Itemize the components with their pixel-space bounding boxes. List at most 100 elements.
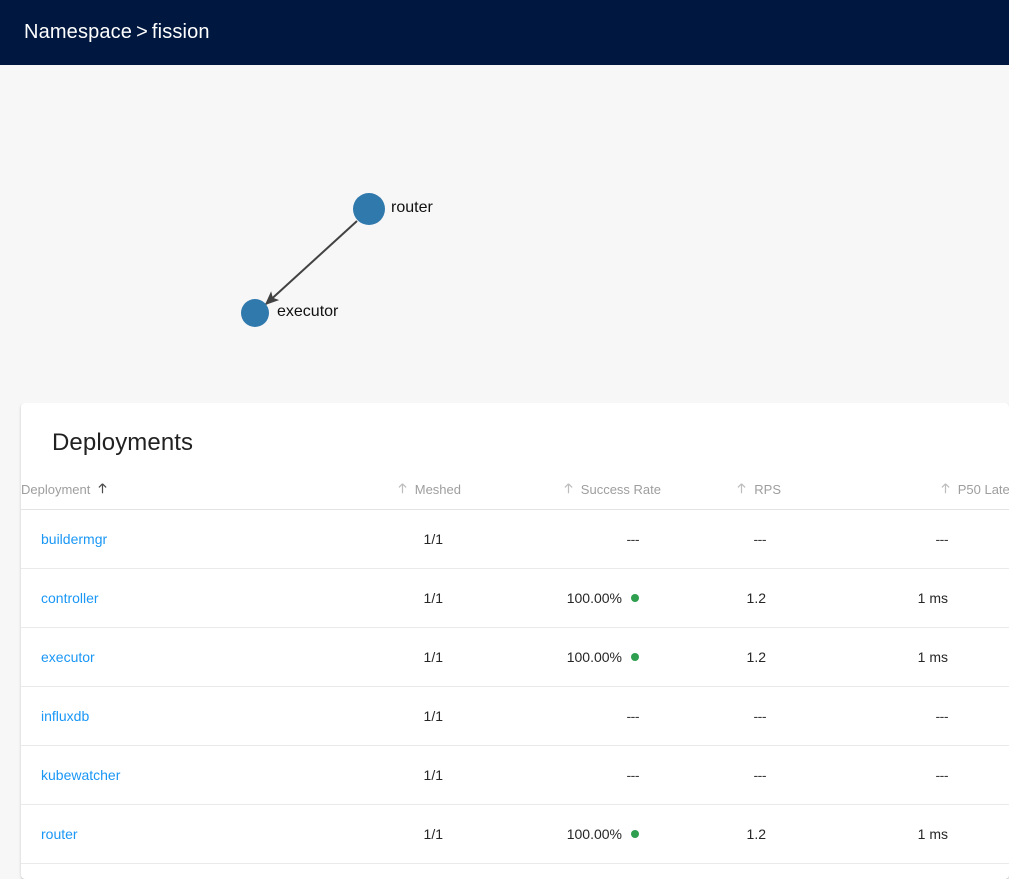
column-header-success-rate[interactable]: Success Rate: [461, 482, 661, 510]
cell-success-rate: ---: [461, 510, 661, 569]
cell-rps-value: ---: [754, 767, 767, 783]
cell-rps-value: ---: [754, 531, 767, 547]
cell-p50-latency-value: 1 ms: [918, 649, 948, 665]
app-header: Namespace>fission: [0, 0, 1009, 65]
table-row[interactable]: buildermgr 1/1 --- --- ---: [21, 510, 1009, 569]
column-label-success-rate: Success Rate: [581, 482, 661, 497]
topology-graph-panel[interactable]: router executor: [0, 65, 1009, 403]
column-label-rps: RPS: [754, 482, 781, 497]
cell-p50-latency-value: ---: [936, 767, 949, 783]
cell-p50-latency: 1 ms: [781, 569, 1009, 628]
cell-success-rate: 100.00%: [461, 628, 661, 687]
table-header: Deployment Meshed Success Rate RPS P50 L…: [21, 482, 1009, 510]
cell-rps: ---: [661, 687, 781, 746]
cell-p50-latency-value: 1 ms: [918, 590, 948, 606]
breadcrumb-separator: >: [132, 21, 152, 43]
cell-meshed: 1/1: [321, 510, 461, 569]
cell-meshed: 1/1: [321, 569, 461, 628]
cell-rps-value: ---: [754, 708, 767, 724]
page-title: Deployments: [21, 403, 1009, 457]
cell-success-rate: 100.00%: [461, 569, 661, 628]
cell-rps-value: 1.2: [747, 826, 766, 842]
column-header-meshed[interactable]: Meshed: [321, 482, 461, 510]
cell-p50-latency-value: ---: [936, 708, 949, 724]
cell-rps-value: 1.2: [747, 590, 766, 606]
cell-p50-latency: ---: [781, 510, 1009, 569]
cell-p50-latency-value: 1 ms: [918, 826, 948, 842]
cell-success-rate: ---: [461, 687, 661, 746]
cell-success-rate-value: 100.00%: [567, 590, 622, 606]
sort-ascending-icon[interactable]: [735, 482, 748, 495]
sort-ascending-icon[interactable]: [96, 482, 109, 495]
deployment-link[interactable]: kubewatcher: [41, 767, 120, 783]
breadcrumb-root[interactable]: Namespace: [24, 21, 132, 43]
graph-edge-router-executor: [266, 221, 357, 304]
cell-p50-latency: 1 ms: [781, 805, 1009, 864]
cell-meshed-value: 1/1: [424, 531, 443, 547]
cell-meshed-value: 1/1: [424, 826, 443, 842]
deployments-table: Deployment Meshed Success Rate RPS P50 L…: [21, 482, 1009, 864]
column-header-rps[interactable]: RPS: [661, 482, 781, 510]
graph-node-label-executor: executor: [277, 303, 338, 321]
cell-p50-latency-value: ---: [936, 531, 949, 547]
cell-rps: 1.2: [661, 569, 781, 628]
cell-success-rate-value: ---: [627, 708, 640, 724]
cell-rps: 1.2: [661, 805, 781, 864]
status-dot-healthy: [631, 594, 639, 602]
cell-meshed-value: 1/1: [424, 767, 443, 783]
breadcrumb-current: fission: [152, 21, 210, 43]
graph-node-executor[interactable]: [241, 299, 269, 327]
cell-meshed-value: 1/1: [424, 708, 443, 724]
column-label-meshed: Meshed: [415, 482, 461, 497]
cell-success-rate: ---: [461, 746, 661, 805]
sort-ascending-icon[interactable]: [396, 482, 409, 495]
cell-success-rate-value: ---: [627, 767, 640, 783]
graph-node-router[interactable]: [353, 193, 385, 225]
cell-rps: 1.2: [661, 628, 781, 687]
cell-meshed-value: 1/1: [424, 590, 443, 606]
cell-rps: ---: [661, 510, 781, 569]
column-header-p50-latency[interactable]: P50 Latency: [781, 482, 1009, 510]
cell-deployment: router: [21, 805, 321, 864]
table-row[interactable]: kubewatcher 1/1 --- --- ---: [21, 746, 1009, 805]
table-header-row: Deployment Meshed Success Rate RPS P50 L…: [21, 482, 1009, 510]
cell-p50-latency: 1 ms: [781, 628, 1009, 687]
status-dot-healthy: [631, 653, 639, 661]
column-label-deployment: Deployment: [21, 482, 90, 497]
cell-success-rate: 100.00%: [461, 805, 661, 864]
cell-deployment: kubewatcher: [21, 746, 321, 805]
deployment-link[interactable]: controller: [41, 590, 99, 606]
deployments-section: Deployments Deployment Meshed Success Ra…: [0, 403, 1009, 879]
deployment-link[interactable]: router: [41, 826, 78, 842]
cell-meshed: 1/1: [321, 687, 461, 746]
sort-ascending-icon[interactable]: [939, 482, 952, 495]
deployments-card: Deployments Deployment Meshed Success Ra…: [21, 403, 1009, 879]
table-body: buildermgr 1/1 --- --- --- controller 1/1 100.0…: [21, 510, 1009, 864]
table-row[interactable]: executor 1/1 100.00% 1.2 1 ms: [21, 628, 1009, 687]
cell-deployment: influxdb: [21, 687, 321, 746]
cell-success-rate-value: 100.00%: [567, 649, 622, 665]
cell-meshed: 1/1: [321, 746, 461, 805]
deployment-link[interactable]: executor: [41, 649, 95, 665]
cell-p50-latency: ---: [781, 746, 1009, 805]
deployment-link[interactable]: influxdb: [41, 708, 89, 724]
cell-deployment: executor: [21, 628, 321, 687]
cell-meshed: 1/1: [321, 628, 461, 687]
breadcrumb: Namespace>fission: [24, 21, 210, 44]
cell-rps: ---: [661, 746, 781, 805]
cell-deployment: buildermgr: [21, 510, 321, 569]
table-row[interactable]: influxdb 1/1 --- --- ---: [21, 687, 1009, 746]
cell-p50-latency: ---: [781, 687, 1009, 746]
cell-meshed: 1/1: [321, 805, 461, 864]
deployment-link[interactable]: buildermgr: [41, 531, 107, 547]
column-header-deployment[interactable]: Deployment: [21, 482, 321, 510]
cell-meshed-value: 1/1: [424, 649, 443, 665]
table-row[interactable]: router 1/1 100.00% 1.2 1 ms: [21, 805, 1009, 864]
topology-graph-svg[interactable]: [0, 65, 1009, 403]
cell-rps-value: 1.2: [747, 649, 766, 665]
sort-ascending-icon[interactable]: [562, 482, 575, 495]
cell-deployment: controller: [21, 569, 321, 628]
graph-node-label-router: router: [391, 199, 433, 217]
table-row[interactable]: controller 1/1 100.00% 1.2 1 ms: [21, 569, 1009, 628]
cell-success-rate-value: 100.00%: [567, 826, 622, 842]
